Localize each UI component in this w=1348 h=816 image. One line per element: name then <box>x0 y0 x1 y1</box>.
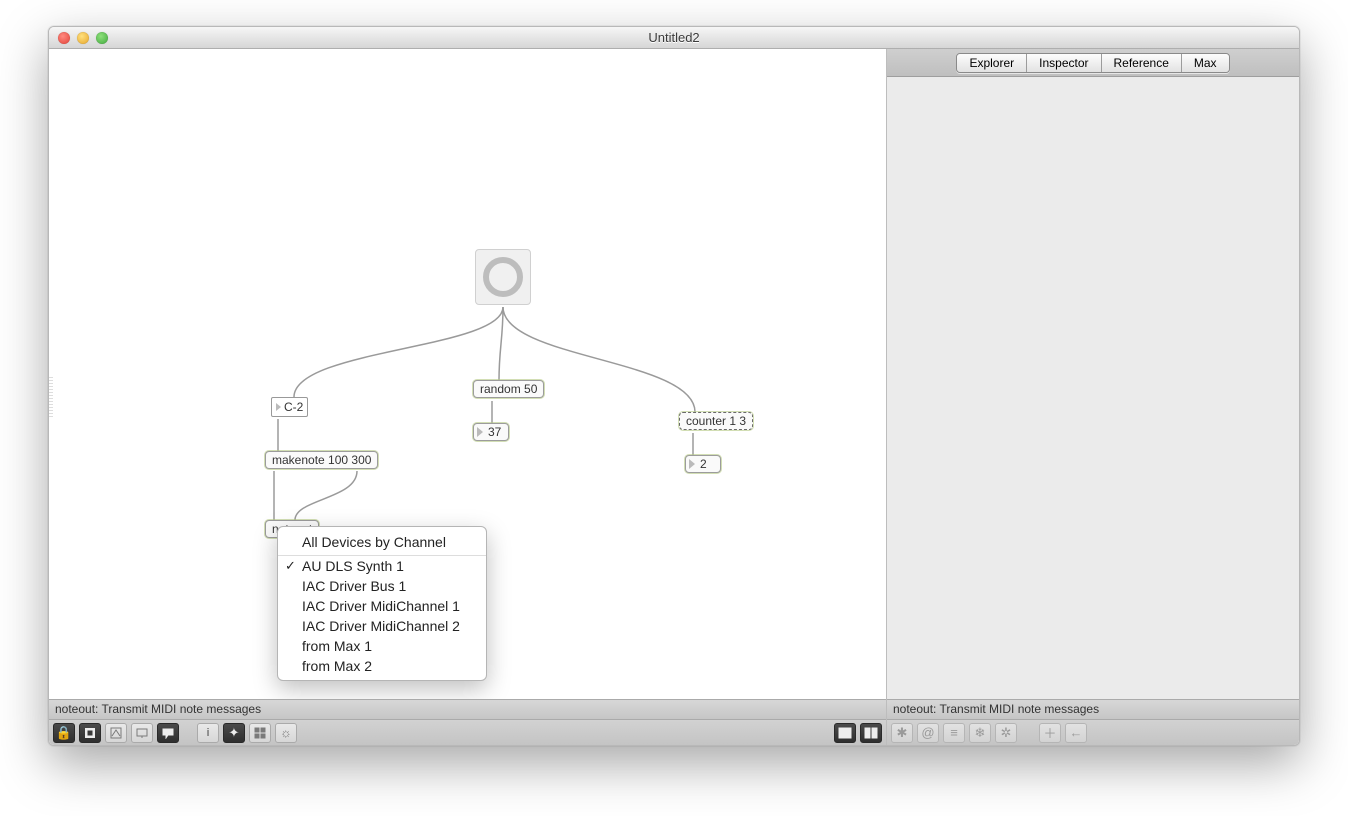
window-title: Untitled2 <box>49 30 1299 45</box>
side-panel-body <box>887 77 1299 699</box>
makenote-object[interactable]: makenote 100 300 <box>265 451 378 469</box>
side-toolbar: ✱ @ ≡ ❄ ✲ ＋ ← <box>887 719 1299 745</box>
presentation-mode-icon[interactable] <box>131 723 153 743</box>
check-icon: ✓ <box>285 558 296 574</box>
menu-item-label: IAC Driver MidiChannel 2 <box>302 618 460 634</box>
menu-item-iac-driver-midichannel-2[interactable]: IAC Driver MidiChannel 2 <box>278 616 486 636</box>
message-icon[interactable] <box>157 723 179 743</box>
menu-item-iac-driver-bus-1[interactable]: IAC Driver Bus 1 <box>278 576 486 596</box>
grid-icon[interactable] <box>249 723 271 743</box>
menu-item-label: from Max 2 <box>302 658 372 674</box>
side-status-text: noteout: Transmit MIDI note messages <box>893 702 1099 716</box>
tab-label: Inspector <box>1039 56 1088 70</box>
makenote-text: makenote 100 300 <box>272 453 371 467</box>
add-icon[interactable]: ＋ <box>1039 723 1061 743</box>
info-icon[interactable]: i <box>197 723 219 743</box>
menu-item-label: from Max 1 <box>302 638 372 654</box>
tab-group: Explorer Inspector Reference Max <box>956 53 1229 73</box>
patcher-status-text: noteout: Transmit MIDI note messages <box>55 702 261 716</box>
side-panel: Explorer Inspector Reference Max noteout… <box>886 49 1299 745</box>
zoom-icon[interactable] <box>96 32 108 44</box>
random-number-box[interactable]: 37 <box>473 423 509 441</box>
activity-icon[interactable]: ☼ <box>275 723 297 743</box>
random-object[interactable]: random 50 <box>473 380 544 398</box>
titlebar[interactable]: Untitled2 <box>49 27 1299 49</box>
menu-item-au-dls-synth-1[interactable]: ✓ AU DLS Synth 1 <box>278 556 486 576</box>
counter-number-value: 2 <box>700 457 707 471</box>
tab-label: Max <box>1194 56 1217 70</box>
menu-item-label: IAC Driver MidiChannel 1 <box>302 598 460 614</box>
panel-resize-handle[interactable] <box>48 377 53 417</box>
window-body: C-2 makenote 100 300 noteout random 50 3… <box>49 49 1299 745</box>
side-tabs: Explorer Inspector Reference Max <box>887 49 1299 77</box>
traffic-lights <box>58 32 108 44</box>
tab-max[interactable]: Max <box>1182 54 1229 72</box>
list-icon[interactable]: ≡ <box>943 723 965 743</box>
random-number-value: 37 <box>488 425 501 439</box>
tab-inspector[interactable]: Inspector <box>1027 54 1101 72</box>
menu-item-from-max-2[interactable]: from Max 2 <box>278 656 486 676</box>
minimize-icon[interactable] <box>77 32 89 44</box>
patcher-status-bar: noteout: Transmit MIDI note messages <box>49 699 886 719</box>
counter-object[interactable]: counter 1 3 <box>679 412 753 430</box>
close-icon[interactable] <box>58 32 70 44</box>
tab-reference[interactable]: Reference <box>1102 54 1182 72</box>
patcher-area: C-2 makenote 100 300 noteout random 50 3… <box>49 49 886 745</box>
debug-icon[interactable]: ✦ <box>223 723 245 743</box>
counter-text: counter 1 3 <box>686 414 746 428</box>
tab-label: Reference <box>1114 56 1169 70</box>
tab-label: Explorer <box>969 56 1014 70</box>
app-window: Untitled2 <box>48 26 1300 746</box>
at-icon[interactable]: @ <box>917 723 939 743</box>
freeze-icon[interactable]: ✱ <box>891 723 913 743</box>
lock-icon[interactable]: 🔒 <box>53 723 75 743</box>
note-display[interactable]: C-2 <box>271 397 308 417</box>
tab-explorer[interactable]: Explorer <box>957 54 1027 72</box>
menu-item-from-max-1[interactable]: from Max 1 <box>278 636 486 656</box>
new-object-icon[interactable] <box>79 723 101 743</box>
single-view-icon[interactable] <box>834 723 856 743</box>
noteout-device-menu[interactable]: All Devices by Channel ✓ AU DLS Synth 1 … <box>277 526 487 681</box>
patcher-toolbar: 🔒 i ✦ ☼ <box>49 719 886 745</box>
split-view-icon[interactable] <box>860 723 882 743</box>
counter-number-box[interactable]: 2 <box>685 455 721 473</box>
menu-item-iac-driver-midichannel-1[interactable]: IAC Driver MidiChannel 1 <box>278 596 486 616</box>
style-icon[interactable]: ❄ <box>969 723 991 743</box>
patching-mode-icon[interactable] <box>105 723 127 743</box>
random-text: random 50 <box>480 382 537 396</box>
back-icon[interactable]: ← <box>1065 723 1087 743</box>
bang-icon <box>483 257 523 297</box>
bang-button[interactable] <box>475 249 531 305</box>
side-status-bar: noteout: Transmit MIDI note messages <box>887 699 1299 719</box>
menu-item-label: IAC Driver Bus 1 <box>302 578 406 594</box>
menu-item-label: AU DLS Synth 1 <box>302 558 404 574</box>
note-display-value: C-2 <box>284 400 303 414</box>
gear-icon[interactable]: ✲ <box>995 723 1017 743</box>
patcher-canvas[interactable]: C-2 makenote 100 300 noteout random 50 3… <box>49 49 886 699</box>
menu-header: All Devices by Channel <box>278 531 486 556</box>
